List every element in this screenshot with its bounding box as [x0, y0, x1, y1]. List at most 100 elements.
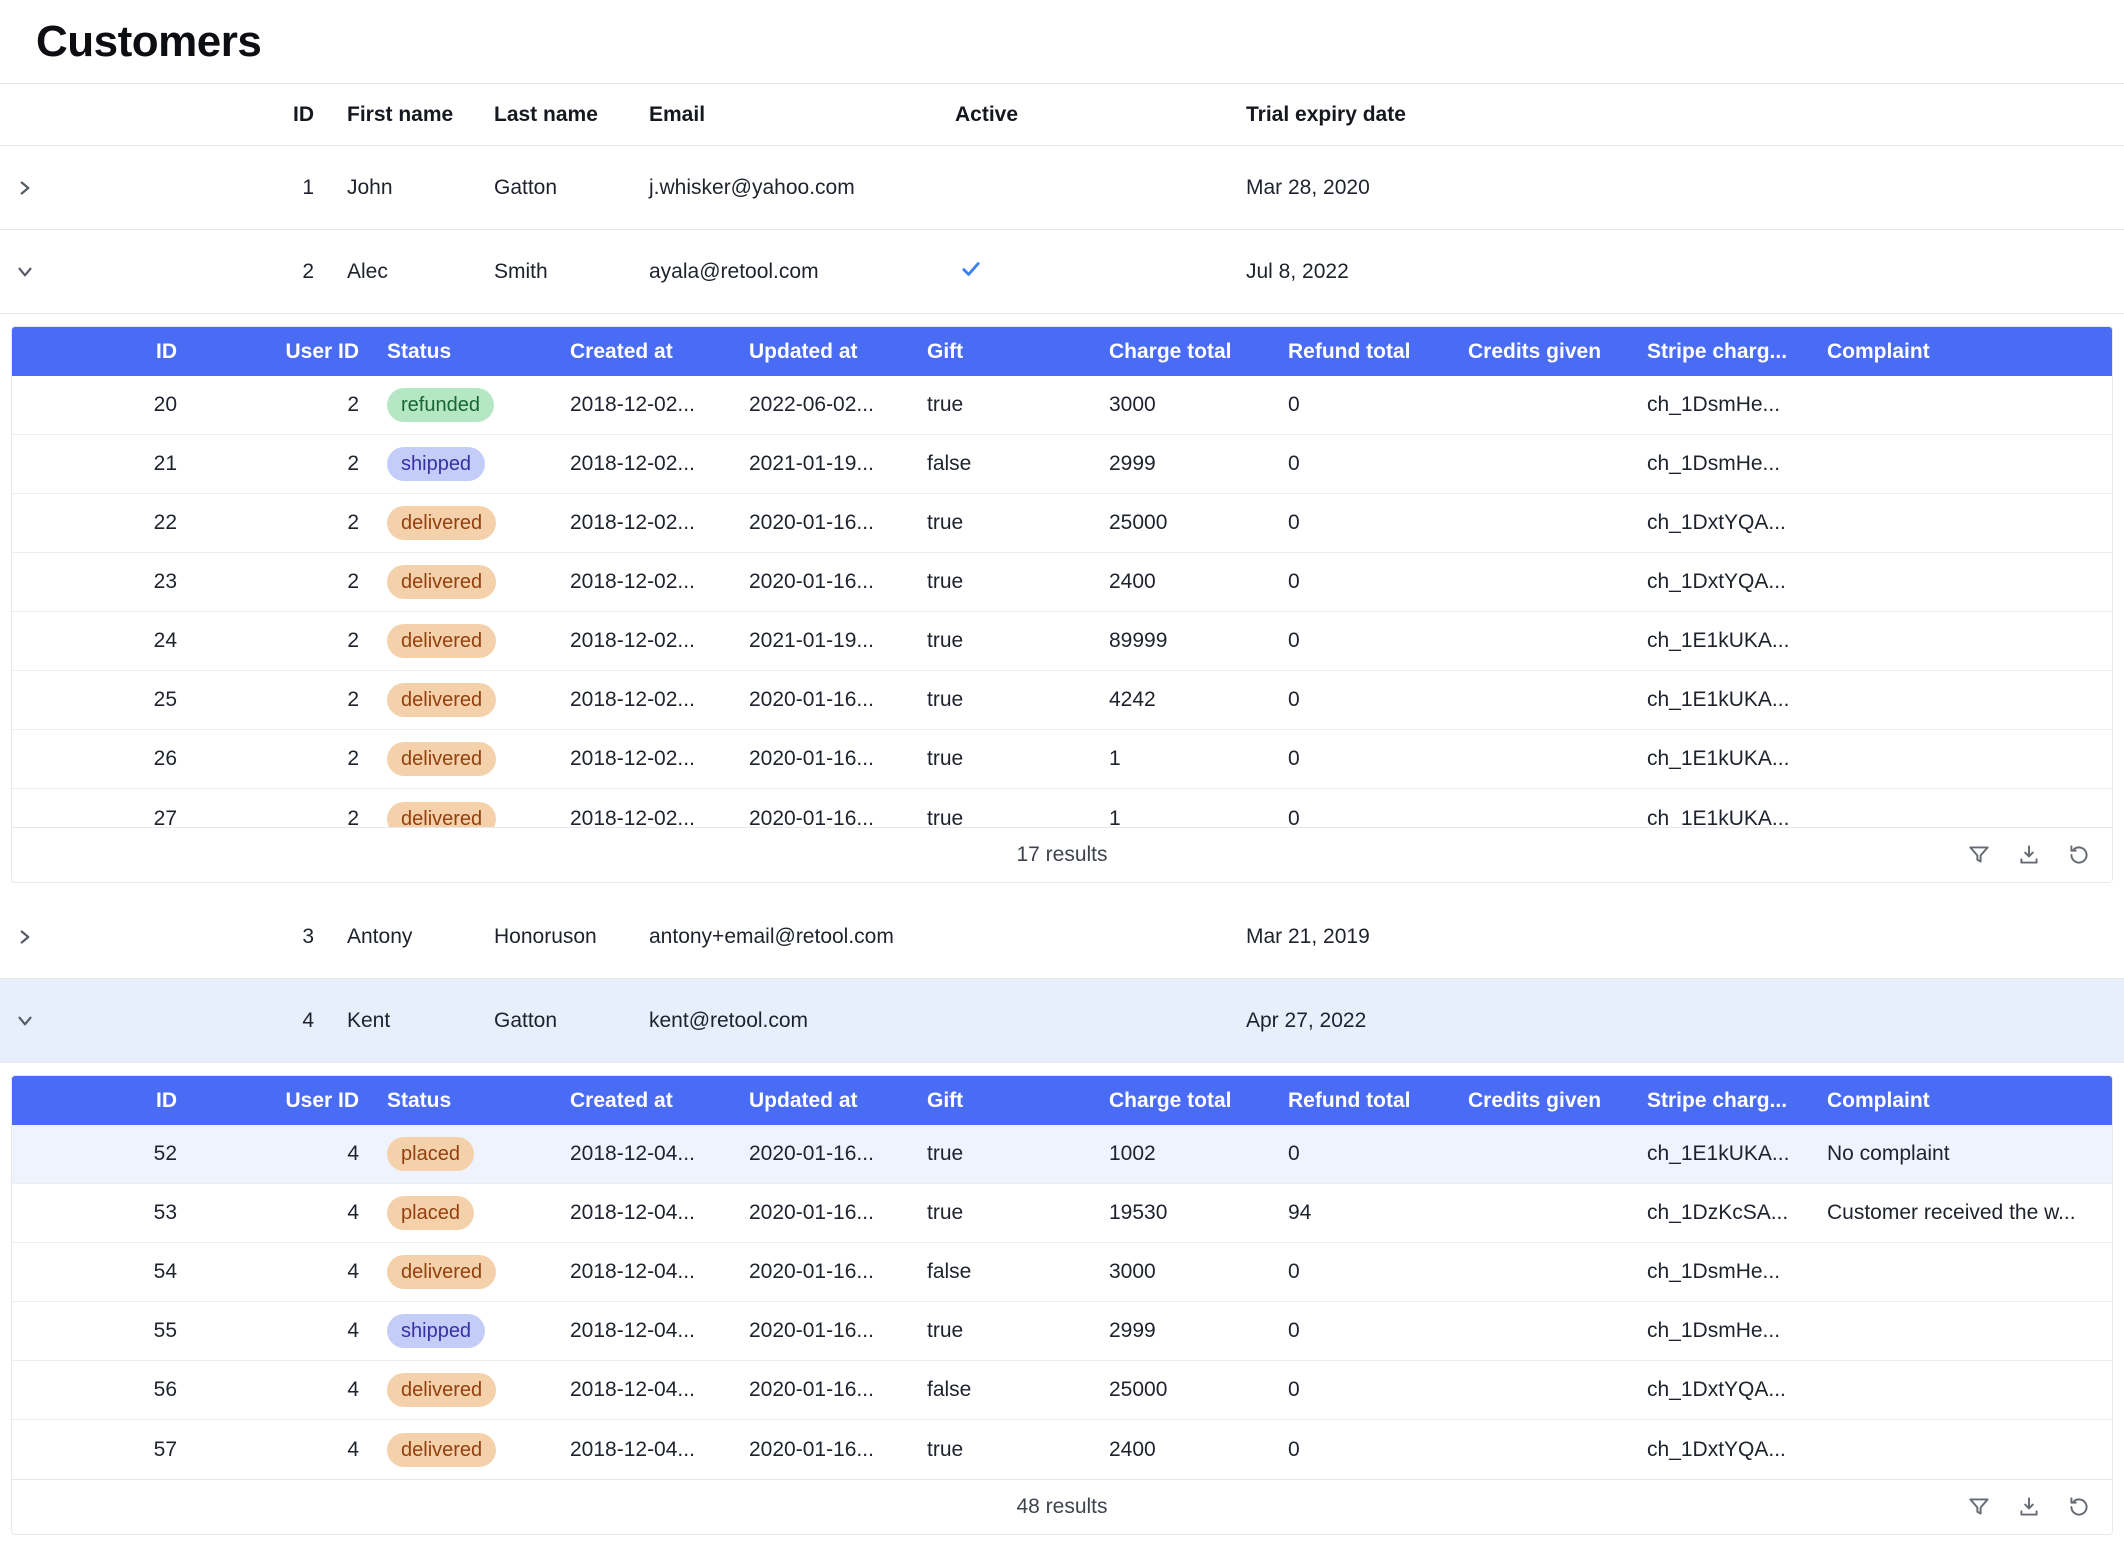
orders-column-header-credits-given: Credits given — [1468, 340, 1647, 364]
orders-table: IDUser IDStatusCreated atUpdated atGiftC… — [11, 326, 2113, 883]
order-created-at: 2018-12-04... — [570, 1142, 749, 1166]
order-refund-total: 0 — [1288, 747, 1468, 771]
order-updated-at: 2020-01-16... — [749, 1319, 927, 1343]
column-header-trial-expiry-date: Trial expiry date — [1246, 103, 2124, 127]
order-row[interactable]: 272delivered2018-12-02...2020-01-16...tr… — [12, 789, 2112, 827]
order-stripe-charge: ch_1E1kUKA... — [1647, 629, 1827, 653]
order-row[interactable]: 534placed2018-12-04...2020-01-16...true1… — [12, 1184, 2112, 1243]
orders-column-header-refund-total: Refund total — [1288, 340, 1468, 364]
order-charge-total: 1 — [1109, 807, 1288, 828]
order-status-cell: delivered — [359, 1433, 570, 1467]
order-row[interactable]: 262delivered2018-12-02...2020-01-16...tr… — [12, 730, 2112, 789]
order-row[interactable]: 222delivered2018-12-02...2020-01-16...tr… — [12, 494, 2112, 553]
order-updated-at: 2021-01-19... — [749, 629, 927, 653]
column-header-active: Active — [955, 103, 1246, 127]
download-icon[interactable] — [2016, 1494, 2042, 1520]
status-badge: delivered — [387, 624, 496, 658]
filter-icon[interactable] — [1966, 842, 1992, 868]
order-gift: false — [927, 1260, 1109, 1284]
order-updated-at: 2020-01-16... — [749, 1201, 927, 1225]
chevron-down-icon[interactable] — [14, 1010, 36, 1032]
customer-trial-expiry: Mar 28, 2020 — [1246, 176, 2124, 200]
status-badge: shipped — [387, 447, 485, 481]
order-charge-total: 89999 — [1109, 629, 1288, 653]
order-charge-total: 2400 — [1109, 570, 1288, 594]
orders-column-header-gift: Gift — [927, 340, 1109, 364]
order-stripe-charge: ch_1E1kUKA... — [1647, 1142, 1827, 1166]
customer-id: 4 — [60, 1009, 314, 1033]
orders-column-header-stripe-charge: Stripe charg... — [1647, 1089, 1827, 1113]
order-status-cell: shipped — [359, 1314, 570, 1348]
order-status-cell: delivered — [359, 802, 570, 828]
order-id: 52 — [12, 1142, 177, 1166]
order-gift: true — [927, 1319, 1109, 1343]
check-icon — [959, 257, 983, 281]
status-badge: delivered — [387, 565, 496, 599]
orders-column-header-complaint: Complaint — [1827, 340, 2112, 364]
order-charge-total: 25000 — [1109, 1378, 1288, 1402]
orders-table-scroll-area[interactable]: IDUser IDStatusCreated atUpdated atGiftC… — [12, 1076, 2112, 1479]
customer-row[interactable]: 2 Alec Smith ayala@retool.com Jul 8, 202… — [0, 230, 2124, 314]
refresh-icon[interactable] — [2066, 1494, 2092, 1520]
order-created-at: 2018-12-04... — [570, 1438, 749, 1462]
orders-column-header-created-at: Created at — [570, 340, 749, 364]
refresh-icon[interactable] — [2066, 842, 2092, 868]
orders-table-body: 524placed2018-12-04...2020-01-16...true1… — [12, 1125, 2112, 1479]
order-user-id: 2 — [177, 452, 359, 476]
order-stripe-charge: ch_1DsmHe... — [1647, 393, 1827, 417]
order-id: 53 — [12, 1201, 177, 1225]
status-badge: refunded — [387, 388, 494, 422]
chevron-down-icon[interactable] — [14, 261, 36, 283]
customer-first-name: Alec — [314, 260, 494, 284]
orders-column-header-created-at: Created at — [570, 1089, 749, 1113]
download-icon[interactable] — [2016, 842, 2042, 868]
order-status-cell: placed — [359, 1137, 570, 1171]
order-complaint: No complaint — [1827, 1142, 2112, 1166]
order-id: 22 — [12, 511, 177, 535]
orders-footer: 48 results — [12, 1479, 2112, 1534]
customer-row[interactable]: 1 John Gatton j.whisker@yahoo.com Mar 28… — [0, 146, 2124, 230]
order-created-at: 2018-12-04... — [570, 1201, 749, 1225]
orders-table-scroll-area[interactable]: IDUser IDStatusCreated atUpdated atGiftC… — [12, 327, 2112, 827]
status-badge: delivered — [387, 683, 496, 717]
order-gift: false — [927, 452, 1109, 476]
order-row[interactable]: 564delivered2018-12-04...2020-01-16...fa… — [12, 1361, 2112, 1420]
order-row[interactable]: 524placed2018-12-04...2020-01-16...true1… — [12, 1125, 2112, 1184]
customer-first-name: John — [314, 176, 494, 200]
order-id: 21 — [12, 452, 177, 476]
customer-row[interactable]: 3 Antony Honoruson antony+email@retool.c… — [0, 895, 2124, 979]
order-row[interactable]: 252delivered2018-12-02...2020-01-16...tr… — [12, 671, 2112, 730]
order-user-id: 2 — [177, 393, 359, 417]
order-gift: true — [927, 629, 1109, 653]
status-badge: delivered — [387, 506, 496, 540]
order-row[interactable]: 212shipped2018-12-02...2021-01-19...fals… — [12, 435, 2112, 494]
order-charge-total: 1002 — [1109, 1142, 1288, 1166]
order-row[interactable]: 202refunded2018-12-02...2022-06-02...tru… — [12, 376, 2112, 435]
order-updated-at: 2022-06-02... — [749, 393, 927, 417]
order-row[interactable]: 232delivered2018-12-02...2020-01-16...tr… — [12, 553, 2112, 612]
chevron-right-icon[interactable] — [14, 926, 36, 948]
order-gift: false — [927, 1378, 1109, 1402]
order-complaint: Customer received the w... — [1827, 1201, 2112, 1225]
status-badge: shipped — [387, 1314, 485, 1348]
order-created-at: 2018-12-02... — [570, 570, 749, 594]
orders-column-header-user-id: User ID — [177, 1089, 359, 1113]
filter-icon[interactable] — [1966, 1494, 1992, 1520]
order-refund-total: 0 — [1288, 1142, 1468, 1166]
order-updated-at: 2020-01-16... — [749, 1378, 927, 1402]
customer-row[interactable]: 4 Kent Gatton kent@retool.com Apr 27, 20… — [0, 979, 2124, 1063]
order-row[interactable]: 242delivered2018-12-02...2021-01-19...tr… — [12, 612, 2112, 671]
order-row[interactable]: 544delivered2018-12-04...2020-01-16...fa… — [12, 1243, 2112, 1302]
chevron-right-icon[interactable] — [14, 177, 36, 199]
order-id: 57 — [12, 1438, 177, 1462]
status-badge: delivered — [387, 802, 496, 828]
order-user-id: 2 — [177, 807, 359, 828]
order-id: 25 — [12, 688, 177, 712]
customer-id: 2 — [60, 260, 314, 284]
order-status-cell: delivered — [359, 1373, 570, 1407]
customer-trial-expiry: Jul 8, 2022 — [1246, 260, 2124, 284]
order-row[interactable]: 574delivered2018-12-04...2020-01-16...tr… — [12, 1420, 2112, 1479]
order-user-id: 2 — [177, 511, 359, 535]
order-row[interactable]: 554shipped2018-12-04...2020-01-16...true… — [12, 1302, 2112, 1361]
order-refund-total: 0 — [1288, 629, 1468, 653]
